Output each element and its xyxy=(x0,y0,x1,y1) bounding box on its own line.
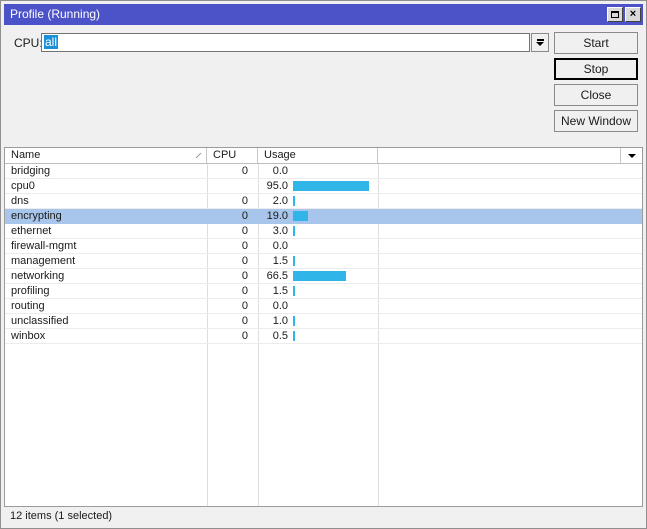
table-body: bridging 0 0.0 cpu0 95.0 dns 0 2.0 encry… xyxy=(5,164,642,506)
usage-bar xyxy=(293,331,295,341)
usage-value: 3.0 xyxy=(272,225,288,237)
start-button[interactable]: Start xyxy=(554,32,638,54)
column-header-usage[interactable]: Usage xyxy=(258,148,378,163)
row-name-cell: bridging xyxy=(11,165,51,177)
column-menu-icon xyxy=(627,153,636,158)
table-row[interactable]: networking 0 66.5 xyxy=(5,269,642,284)
row-usage-cell: 0.0 xyxy=(258,164,378,178)
window-close-button[interactable]: × xyxy=(625,7,641,22)
row-name-cell: winbox xyxy=(11,330,46,342)
stop-button[interactable]: Stop xyxy=(554,58,638,80)
column-header-name[interactable]: Name xyxy=(5,148,207,163)
row-usage-cell: 2.0 xyxy=(258,194,378,208)
titlebar-buttons: × xyxy=(607,7,641,22)
row-cpu-cell: 0 xyxy=(241,255,248,267)
row-cpu-cell: 0 xyxy=(241,165,248,177)
status-text: 12 items (1 selected) xyxy=(10,510,113,522)
usage-bar xyxy=(293,181,369,191)
profile-window: Profile (Running) × CPU: all Start Stop … xyxy=(0,0,647,529)
row-name-cell: management xyxy=(11,255,76,267)
table-row[interactable]: ethernet 0 3.0 xyxy=(5,224,642,239)
row-name-cell: encrypting xyxy=(11,210,62,222)
usage-value: 2.0 xyxy=(272,195,288,207)
row-name-cell: cpu0 xyxy=(11,180,35,192)
usage-value: 1.5 xyxy=(272,255,288,267)
row-name-cell: routing xyxy=(11,300,45,312)
usage-bar xyxy=(293,211,308,221)
title-bar: Profile (Running) × xyxy=(4,4,643,25)
close-icon: × xyxy=(629,8,637,20)
row-usage-cell: 0.5 xyxy=(258,329,378,343)
row-usage-cell: 19.0 xyxy=(258,209,378,223)
row-usage-cell: 95.0 xyxy=(258,179,378,193)
table-row[interactable]: encrypting 0 19.0 xyxy=(5,209,642,224)
cpu-combobox-dropdown-button[interactable] xyxy=(531,33,549,52)
table-header: Name CPU Usage xyxy=(5,148,642,164)
close-button[interactable]: Close xyxy=(554,84,638,106)
sort-ascending-icon xyxy=(195,152,202,159)
table-row[interactable]: winbox 0 0.5 xyxy=(5,329,642,344)
cpu-combobox-input[interactable]: all xyxy=(41,33,530,52)
table-row[interactable]: routing 0 0.0 xyxy=(5,299,642,314)
cpu-combobox-value: all xyxy=(44,35,59,49)
table-row[interactable]: profiling 0 1.5 xyxy=(5,284,642,299)
usage-value: 19.0 xyxy=(266,210,288,222)
row-usage-cell: 3.0 xyxy=(258,224,378,238)
usage-value: 0.0 xyxy=(272,165,288,177)
usage-bar xyxy=(293,226,295,236)
status-bar: 12 items (1 selected) xyxy=(5,509,642,524)
row-cpu-cell: 0 xyxy=(241,240,248,252)
table-row[interactable]: unclassified 0 1.0 xyxy=(5,314,642,329)
row-name-cell: unclassified xyxy=(11,315,69,327)
row-usage-cell: 1.5 xyxy=(258,254,378,268)
row-cpu-cell xyxy=(207,179,258,193)
usage-bar xyxy=(293,316,295,326)
row-usage-cell: 0.0 xyxy=(258,239,378,253)
window-frame: Profile (Running) × CPU: all Start Stop … xyxy=(0,0,647,529)
table-row[interactable]: dns 0 2.0 xyxy=(5,194,642,209)
usage-value: 1.5 xyxy=(272,285,288,297)
column-menu-button[interactable] xyxy=(620,148,642,163)
maximize-icon xyxy=(611,11,619,18)
profile-table: Name CPU Usage bridging 0 0.0 cpu0 95.0 … xyxy=(4,147,643,507)
usage-value: 66.5 xyxy=(266,270,288,282)
column-header-filler xyxy=(378,148,620,163)
usage-value: 0.0 xyxy=(272,240,288,252)
row-cpu-cell: 0 xyxy=(241,330,248,342)
row-usage-cell: 66.5 xyxy=(258,269,378,283)
usage-bar xyxy=(293,256,295,266)
usage-value: 0.5 xyxy=(272,330,288,342)
row-usage-cell: 0.0 xyxy=(258,299,378,313)
row-name-cell: profiling xyxy=(11,285,50,297)
row-name-cell: ethernet xyxy=(11,225,52,237)
row-cpu-cell: 0 xyxy=(241,195,248,207)
row-cpu-cell: 0 xyxy=(241,300,248,312)
maximize-button[interactable] xyxy=(607,7,623,22)
usage-value: 0.0 xyxy=(272,300,288,312)
row-cpu-cell: 0 xyxy=(241,225,248,237)
row-cpu-cell: 0 xyxy=(241,210,248,222)
table-row[interactable]: firewall-mgmt 0 0.0 xyxy=(5,239,642,254)
cpu-label: CPU: xyxy=(14,36,43,50)
row-cpu-cell: 0 xyxy=(241,315,248,327)
usage-bar xyxy=(293,286,295,296)
table-row[interactable]: cpu0 95.0 xyxy=(5,179,642,194)
column-header-cpu[interactable]: CPU xyxy=(207,148,258,163)
row-usage-cell: 1.5 xyxy=(258,284,378,298)
row-cpu-cell: 0 xyxy=(241,285,248,297)
window-title: Profile (Running) xyxy=(10,7,101,21)
row-cpu-cell: 0 xyxy=(241,270,248,282)
table-row[interactable]: bridging 0 0.0 xyxy=(5,164,642,179)
usage-value: 95.0 xyxy=(266,180,288,192)
usage-bar xyxy=(293,271,346,281)
usage-value: 1.0 xyxy=(272,315,288,327)
table-row[interactable]: management 0 1.5 xyxy=(5,254,642,269)
row-name-cell: firewall-mgmt xyxy=(11,240,77,252)
usage-bar xyxy=(293,196,295,206)
row-name-cell: networking xyxy=(11,270,65,282)
new-window-button[interactable]: New Window xyxy=(554,110,638,132)
row-usage-cell: 1.0 xyxy=(258,314,378,328)
row-name-cell: dns xyxy=(11,195,29,207)
dropdown-arrow-icon xyxy=(536,39,544,41)
